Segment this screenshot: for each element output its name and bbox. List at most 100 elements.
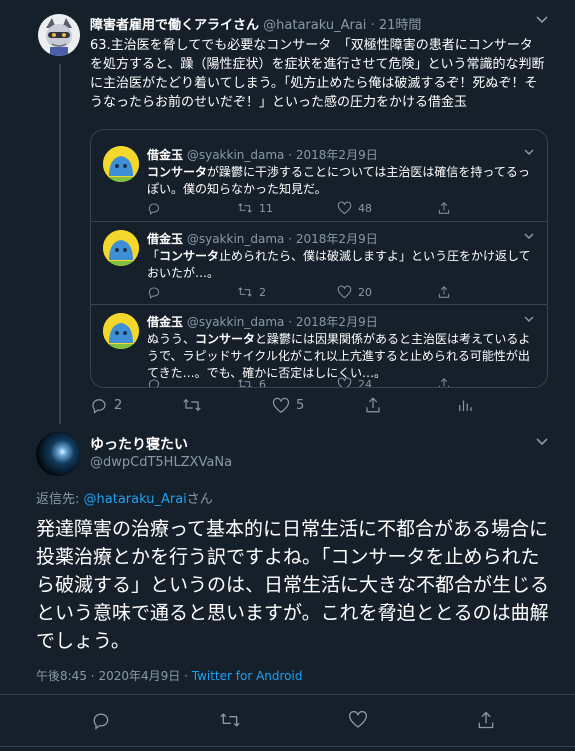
tweet-source[interactable]: Twitter for Android [192, 669, 303, 683]
author-name[interactable]: 障害者雇用で働くアライさん [90, 18, 259, 33]
tweet-text: 63.主治医を脅してでも必要なコンサータ 「双極性障害の患者にコンサータを処方す… [90, 38, 545, 110]
share-icon [478, 711, 494, 729]
divider [91, 304, 547, 305]
keyword-highlight: コンサータ [147, 165, 208, 179]
retweet-icon [238, 287, 252, 297]
avatar[interactable] [36, 432, 80, 476]
avatar[interactable] [103, 230, 139, 266]
like-button[interactable]: 24 [337, 377, 437, 387]
reply-button[interactable] [147, 285, 237, 299]
quoted-tweet[interactable]: 借金玉 @syakkin_dama · 2018年2月9日 コンサータが躁鬱に干… [91, 146, 547, 222]
share-button[interactable] [364, 396, 456, 414]
like-icon [337, 377, 352, 387]
share-icon [438, 378, 450, 387]
reply-icon [148, 287, 160, 299]
retweet-button[interactable]: 6 [237, 377, 337, 388]
share-button[interactable] [437, 377, 451, 387]
author-handle[interactable]: @hataraku_Arai [263, 18, 366, 33]
author-name[interactable]: ゆったり寝たい [90, 434, 188, 454]
moon-avatar-icon [36, 432, 80, 476]
quoted-tweet[interactable]: 借金玉 @syakkin_dama · 2018年2月9日 ぬうう、コンサータと… [91, 313, 547, 388]
tweet-time[interactable]: 21時間 [379, 18, 422, 33]
reply-count: 2 [114, 397, 123, 413]
retweet-count: 11 [259, 201, 273, 215]
share-button[interactable] [437, 201, 451, 215]
tweet-date[interactable]: 2018年2月9日 [296, 232, 378, 246]
reply-to-link[interactable]: @hataraku_Arai [84, 492, 187, 507]
action-bar [36, 710, 546, 734]
share-button[interactable] [437, 285, 451, 299]
like-button[interactable]: 5 [272, 396, 364, 414]
retweet-count: 2 [259, 285, 266, 299]
share-icon [366, 397, 380, 413]
retweet-icon [220, 713, 240, 727]
like-button[interactable]: 20 [337, 285, 437, 299]
divider [0, 694, 575, 695]
tweet-date[interactable]: 2018年2月9日 [296, 315, 378, 329]
quoted-tweet[interactable]: 借金玉 @syakkin_dama · 2018年2月9日 「コンサータ止められ… [91, 230, 547, 306]
like-count: 20 [358, 285, 372, 299]
reply-icon [148, 203, 160, 215]
tweet-date[interactable]: 2018年2月9日 [296, 148, 378, 162]
chevron-down-icon[interactable] [523, 146, 535, 160]
author-handle[interactable]: @syakkin_dama [187, 232, 285, 246]
like-icon [349, 710, 368, 728]
retweet-count: 6 [259, 377, 266, 388]
separator-dot: · [288, 148, 293, 162]
tweet-time[interactable]: 午後8:45 [36, 669, 87, 683]
retweet-icon [183, 398, 201, 412]
like-icon [272, 397, 290, 413]
reply-to-line: 返信先: @hataraku_Araiさん [36, 492, 213, 507]
author-name[interactable]: 借金玉 [147, 232, 183, 246]
retweet-button[interactable] [219, 710, 241, 734]
divider [0, 746, 575, 747]
like-button[interactable] [348, 710, 368, 734]
avatar[interactable] [103, 313, 139, 349]
quoted-header: 借金玉 @syakkin_dama · 2018年2月9日 [147, 313, 378, 330]
author-handle[interactable]: @syakkin_dama [187, 148, 285, 162]
retweet-button[interactable]: 2 [237, 285, 337, 299]
action-bar: 2 5 [90, 396, 510, 414]
reply-button[interactable] [91, 710, 111, 734]
tweet-text: 発達障害の治療って基本的に日常生活に不都合がある場合に投薬治療とかを行う訳ですよ… [36, 518, 550, 652]
like-icon [337, 201, 352, 215]
separator-dot: · [288, 315, 293, 329]
author-name[interactable]: 借金玉 [147, 148, 183, 162]
keyword-highlight: コンサータ [159, 249, 220, 263]
retweet-icon [238, 379, 252, 387]
analytics-button[interactable] [456, 396, 474, 414]
slime-avatar-icon [103, 313, 139, 349]
separator-dot: · [288, 232, 293, 246]
quoted-thread[interactable]: 借金玉 @syakkin_dama · 2018年2月9日 コンサータが躁鬱に干… [90, 129, 548, 388]
tweet-date[interactable]: 2020年4月9日 [98, 669, 180, 683]
reply-button[interactable]: 2 [90, 396, 182, 414]
share-button[interactable] [476, 710, 496, 734]
author-handle[interactable]: @dwpCdT5HLZXVaNa [90, 455, 232, 470]
like-button[interactable]: 48 [337, 201, 437, 215]
keyword-highlight: コンサータ [195, 332, 256, 346]
author-handle[interactable]: @syakkin_dama [187, 315, 285, 329]
slime-avatar-icon [103, 146, 139, 182]
reply-icon [148, 379, 160, 387]
retweet-button[interactable] [182, 396, 272, 414]
reply-button[interactable] [147, 201, 237, 215]
chevron-down-icon[interactable] [523, 230, 535, 244]
thread-line [59, 64, 61, 424]
chevron-down-icon[interactable] [535, 436, 549, 450]
like-count: 48 [358, 201, 372, 215]
chevron-down-icon[interactable] [523, 313, 535, 327]
reply-button[interactable] [147, 377, 237, 387]
action-bar: 11 48 [147, 201, 507, 215]
retweet-button[interactable]: 11 [237, 201, 337, 215]
quoted-text: コンサータが躁鬱に干渉することについては主治医は確信を持ってるっぽい。僕の知らな… [147, 165, 530, 196]
tweet-meta: 午後8:45 · 2020年4月9日 · Twitter for Android [36, 669, 303, 683]
reply-icon [93, 713, 109, 730]
avatar[interactable] [103, 146, 139, 182]
chevron-down-icon[interactable] [535, 14, 549, 28]
author-name[interactable]: 借金玉 [147, 315, 183, 329]
separator-dot: · [370, 18, 375, 33]
quoted-header: 借金玉 @syakkin_dama · 2018年2月9日 [147, 230, 378, 247]
share-icon [438, 202, 450, 214]
share-icon [438, 286, 450, 298]
avatar[interactable] [38, 14, 80, 56]
